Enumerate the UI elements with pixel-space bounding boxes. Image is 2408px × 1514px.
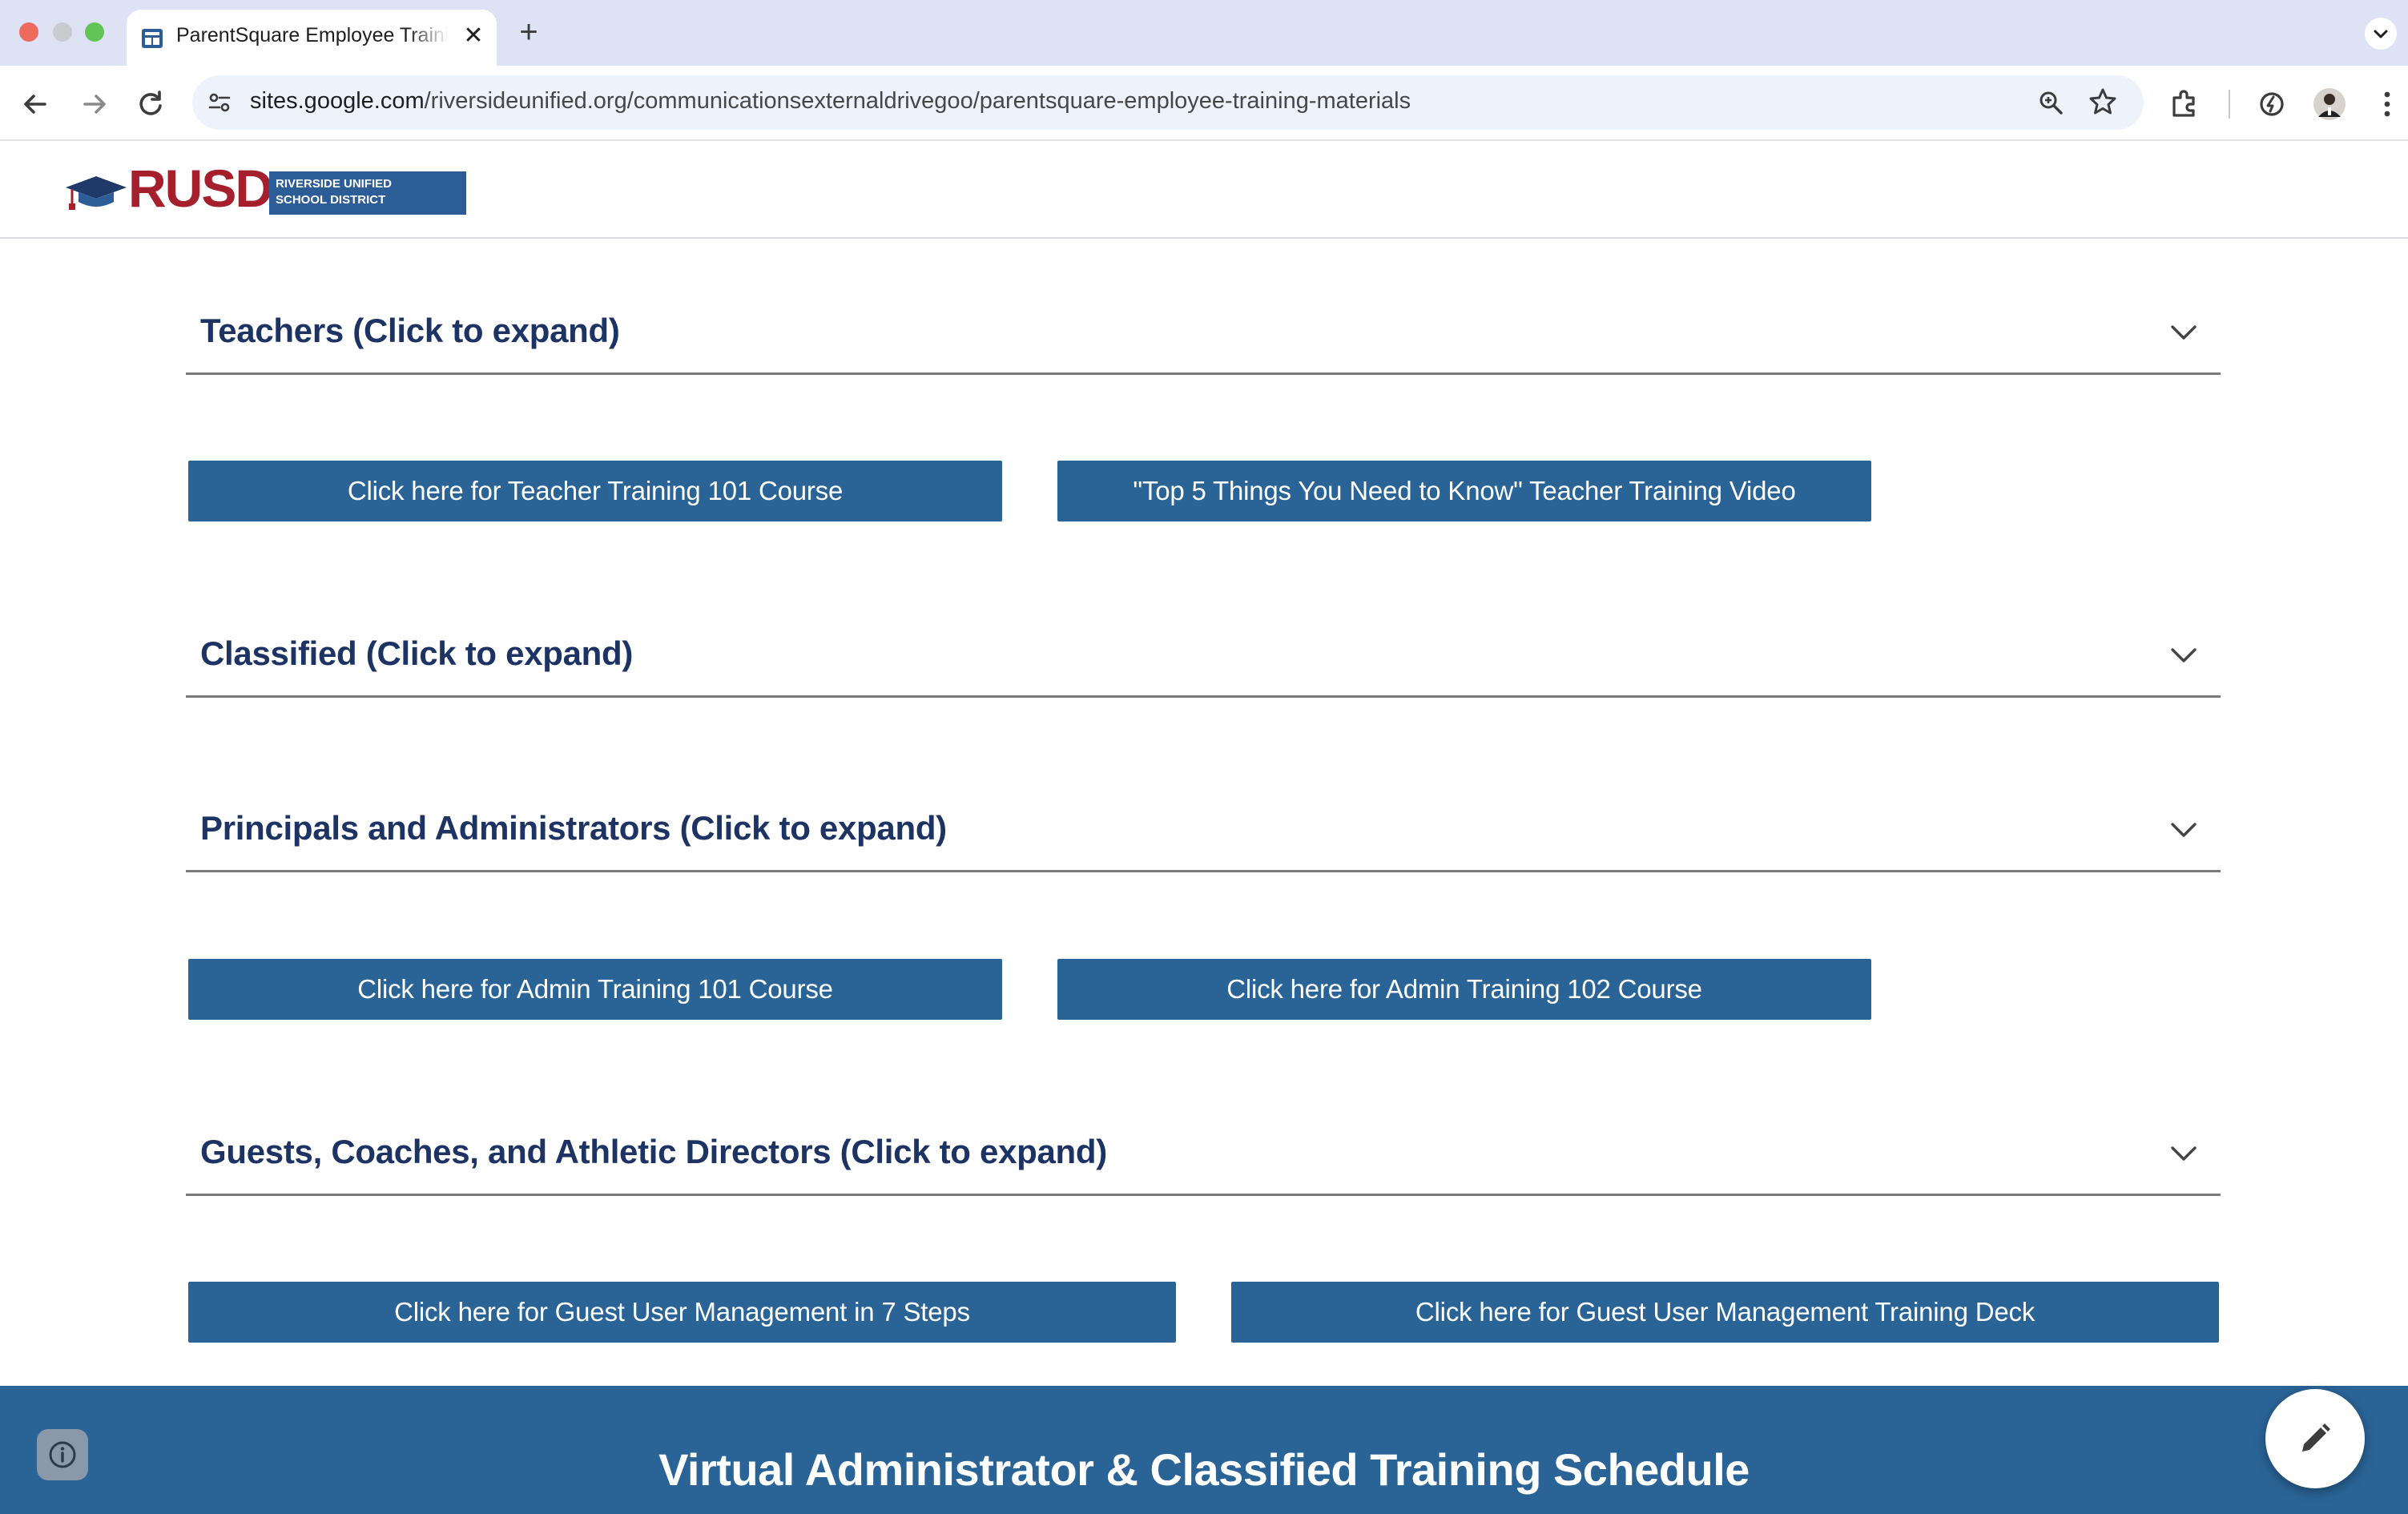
- admin-training-101-button[interactable]: Click here for Admin Training 101 Course: [188, 959, 1002, 1020]
- address-bar[interactable]: sites.google.com/riversideunified.org/co…: [192, 75, 2144, 130]
- chevron-down-icon: [2374, 30, 2388, 38]
- pencil-icon: [2302, 1423, 2330, 1452]
- menu-dots-icon[interactable]: [2368, 85, 2406, 123]
- edit-button[interactable]: [2265, 1389, 2365, 1488]
- avatar[interactable]: [2310, 85, 2349, 123]
- rusd-logo[interactable]: RUSD RIVERSIDE UNIFIED SCHOOL DISTRICT: [64, 159, 466, 218]
- tab-title: ParentSquare Employee Training Materials: [176, 24, 449, 46]
- guest-user-management-deck-button[interactable]: Click here for Guest User Management Tra…: [1231, 1282, 2219, 1343]
- section-title: Principals and Administrators (Click to …: [200, 809, 947, 847]
- logo-line-2: SCHOOL DISTRICT: [276, 193, 386, 207]
- url-path: /riversideunified.org/communicationsexte…: [424, 88, 1411, 114]
- section-classified[interactable]: Classified (Click to expand): [186, 562, 2221, 698]
- chevron-down-icon[interactable]: [2168, 814, 2200, 846]
- tab-search-button[interactable]: [2365, 18, 2397, 50]
- section-title: Classified (Click to expand): [200, 634, 634, 672]
- star-icon[interactable]: [2088, 87, 2118, 117]
- browser-tab-active[interactable]: ParentSquare Employee Training Materials…: [127, 10, 497, 66]
- window-maximize-button[interactable]: [85, 22, 104, 42]
- window-close-button[interactable]: [19, 22, 38, 42]
- section-teachers[interactable]: Teachers (Click to expand): [186, 239, 2221, 375]
- performance-icon[interactable]: [2253, 85, 2291, 123]
- reload-icon[interactable]: [131, 85, 170, 123]
- logo-line-1: RIVERSIDE UNIFIED: [276, 177, 393, 191]
- banner-title: Virtual Administrator & Classified Train…: [658, 1444, 1750, 1495]
- chevron-down-icon[interactable]: [2168, 1138, 2200, 1170]
- browser-tab-strip: ParentSquare Employee Training Materials…: [0, 0, 2408, 66]
- new-tab-button[interactable]: +: [513, 14, 545, 50]
- graduation-cap-icon: [66, 176, 127, 210]
- sites-favicon-icon: [142, 29, 163, 48]
- page-content: Teachers (Click to expand) Click here fo…: [0, 239, 2408, 1386]
- browser-toolbar: sites.google.com/riversideunified.org/co…: [0, 66, 2408, 141]
- window-minimize-button[interactable]: [53, 22, 72, 42]
- site-info-icon[interactable]: [207, 90, 232, 115]
- admin-training-102-button[interactable]: Click here for Admin Training 102 Course: [1057, 959, 1871, 1020]
- guest-user-management-7-steps-button[interactable]: Click here for Guest User Management in …: [188, 1282, 1176, 1343]
- tab-close-icon[interactable]: ✕: [460, 22, 487, 50]
- logo-subtitle-box: RIVERSIDE UNIFIED SCHOOL DISTRICT: [269, 171, 466, 215]
- toolbar-divider: [2229, 90, 2230, 119]
- chevron-down-icon[interactable]: [2168, 639, 2200, 671]
- extensions-icon[interactable]: [2166, 85, 2205, 123]
- zoom-icon[interactable]: [2036, 88, 2065, 117]
- logo-text: RUSD: [128, 159, 273, 218]
- teacher-training-101-button[interactable]: Click here for Teacher Training 101 Cour…: [188, 461, 1002, 521]
- forward-arrow-icon[interactable]: [75, 85, 114, 123]
- section-guests-coaches-athletic-directors[interactable]: Guests, Coaches, and Athletic Directors …: [186, 1060, 2221, 1196]
- section-title: Teachers (Click to expand): [200, 312, 620, 349]
- site-header: RUSD RIVERSIDE UNIFIED SCHOOL DISTRICT: [0, 141, 2408, 239]
- url-host: sites.google.com: [250, 88, 425, 114]
- training-schedule-banner: Virtual Administrator & Classified Train…: [0, 1386, 2408, 1514]
- teacher-training-video-button[interactable]: "Top 5 Things You Need to Know" Teacher …: [1057, 461, 1871, 521]
- url-text: sites.google.com/riversideunified.org/co…: [250, 88, 1411, 115]
- section-principals-administrators[interactable]: Principals and Administrators (Click to …: [186, 736, 2221, 872]
- back-arrow-icon[interactable]: [16, 85, 54, 123]
- chevron-down-icon[interactable]: [2168, 316, 2200, 348]
- section-title: Guests, Coaches, and Athletic Directors …: [200, 1133, 1107, 1170]
